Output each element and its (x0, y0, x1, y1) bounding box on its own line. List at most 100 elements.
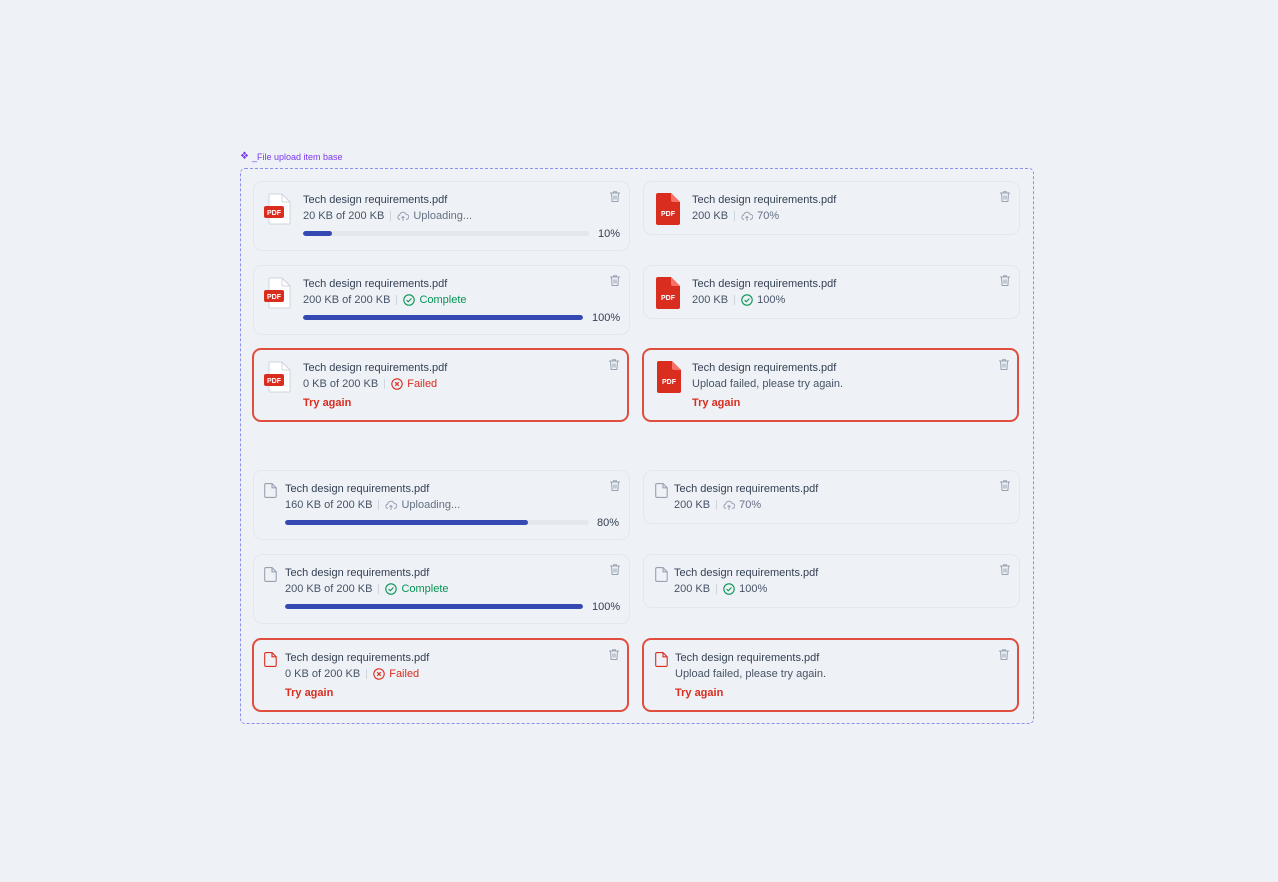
file-name: Tech design requirements.pdf (674, 567, 819, 579)
trash-icon[interactable] (609, 190, 621, 203)
divider (378, 584, 380, 594)
svg-text:PDF: PDF (662, 379, 677, 386)
file-size: 200 KB of 200 KB (303, 294, 391, 306)
progress-bar (303, 315, 583, 320)
component-label-text: _File upload item base (251, 152, 343, 162)
upload-status: 70% (723, 499, 761, 511)
trash-icon[interactable] (608, 648, 620, 661)
progress-fill (303, 231, 332, 236)
trash-icon[interactable] (608, 358, 620, 371)
status-text: 100% (739, 583, 768, 595)
upload-status: Failed (391, 378, 437, 390)
file-icon (655, 652, 668, 667)
check-circle-icon (403, 294, 416, 306)
file-name: Tech design requirements.pdf (285, 567, 430, 579)
file-upload-item: Tech design requirements.pdf 200 KB of 2… (253, 554, 630, 624)
file-name: Tech design requirements.pdf (303, 194, 448, 206)
pdf-file-icon: PDF (264, 361, 292, 393)
try-again-button[interactable]: Try again (675, 687, 723, 699)
file-icon (655, 567, 668, 582)
file-upload-item-error: Tech design requirements.pdf Upload fail… (642, 638, 1019, 712)
upload-status: Complete (403, 294, 467, 306)
status-text: Complete (419, 294, 467, 306)
status-text: 70% (739, 499, 762, 511)
try-again-button[interactable]: Try again (692, 397, 740, 409)
component-label: ❖ _File upload item base (240, 151, 343, 163)
file-size: 200 KB of 200 KB (285, 583, 373, 595)
progress-percent: 100% (592, 601, 621, 613)
file-upload-item: Tech design requirements.pdf 200 KB 70% (643, 470, 1020, 524)
file-meta: 200 KB 70% (692, 210, 779, 222)
divider (396, 295, 398, 305)
pdf-file-icon: PDF (656, 361, 682, 393)
file-size: 200 KB (692, 210, 729, 222)
status-text: Failed (407, 378, 438, 390)
file-size: 200 KB (674, 583, 711, 595)
error-message: Upload failed, please try again. (692, 378, 844, 390)
trash-icon[interactable] (998, 358, 1010, 371)
try-again-button[interactable]: Try again (285, 687, 333, 699)
file-meta: 200 KB 70% (674, 499, 761, 511)
file-meta: 200 KB 100% (674, 583, 767, 595)
status-text: Uploading... (401, 499, 461, 511)
trash-icon[interactable] (999, 190, 1011, 203)
file-name: Tech design requirements.pdf (285, 483, 430, 495)
upload-status: 70% (741, 210, 779, 222)
check-circle-icon (723, 583, 735, 595)
file-icon (264, 567, 277, 582)
progress-percent: 10% (598, 228, 621, 240)
pdf-file-icon: PDF (264, 193, 292, 225)
divider (734, 295, 736, 305)
file-name: Tech design requirements.pdf (674, 483, 819, 495)
file-size: 0 KB of 200 KB (303, 378, 379, 390)
status-text: 70% (757, 210, 780, 222)
file-meta: 0 KB of 200 KB Failed (285, 668, 419, 680)
error-message: Upload failed, please try again. (675, 668, 827, 680)
file-icon (264, 652, 277, 667)
status-text: Complete (401, 583, 449, 595)
file-upload-item: Tech design requirements.pdf 160 KB of 2… (253, 470, 630, 540)
upload-status: Failed (373, 668, 419, 680)
file-meta: Upload failed, please try again. (675, 668, 826, 680)
trash-icon[interactable] (609, 274, 621, 287)
upload-status: 100% (741, 294, 785, 306)
file-meta: 200 KB 100% (692, 294, 785, 306)
divider (734, 211, 736, 221)
file-upload-item: PDF Tech design requirements.pdf 200 KB … (643, 181, 1020, 235)
component-icon: ❖ (240, 151, 249, 162)
trash-icon[interactable] (999, 563, 1011, 576)
upload-status: Complete (385, 583, 449, 595)
cloud-upload-icon (385, 500, 398, 511)
progress-fill (285, 604, 583, 609)
trash-icon[interactable] (609, 563, 621, 576)
divider (366, 669, 368, 679)
x-circle-icon (373, 668, 385, 680)
file-name: Tech design requirements.pdf (285, 652, 430, 664)
file-size: 160 KB of 200 KB (285, 499, 373, 511)
trash-icon[interactable] (999, 479, 1011, 492)
file-size: 20 KB of 200 KB (303, 210, 385, 222)
file-meta: 160 KB of 200 KB Uploading... (285, 499, 460, 511)
upload-status: Uploading... (397, 210, 472, 222)
file-name: Tech design requirements.pdf (692, 362, 837, 374)
progress-fill (303, 315, 583, 320)
file-icon (655, 483, 668, 498)
divider (390, 211, 392, 221)
file-upload-item: Tech design requirements.pdf 200 KB 100% (643, 554, 1020, 608)
svg-text:PDF: PDF (267, 210, 282, 217)
file-icon (264, 483, 277, 498)
trash-icon[interactable] (609, 479, 621, 492)
file-meta: 20 KB of 200 KB Uploading... (303, 210, 472, 222)
file-upload-item-error: Tech design requirements.pdf 0 KB of 200… (252, 638, 629, 712)
try-again-button[interactable]: Try again (303, 397, 351, 409)
trash-icon[interactable] (999, 274, 1011, 287)
status-text: Uploading... (413, 210, 473, 222)
file-size: 200 KB (674, 499, 711, 511)
progress-percent: 80% (597, 517, 620, 529)
file-upload-item-error: PDF Tech design requirements.pdf Upload … (642, 348, 1019, 422)
cloud-upload-icon (397, 211, 410, 222)
progress-bar (285, 604, 583, 609)
trash-icon[interactable] (998, 648, 1010, 661)
cloud-upload-icon (723, 500, 736, 511)
divider (378, 500, 380, 510)
